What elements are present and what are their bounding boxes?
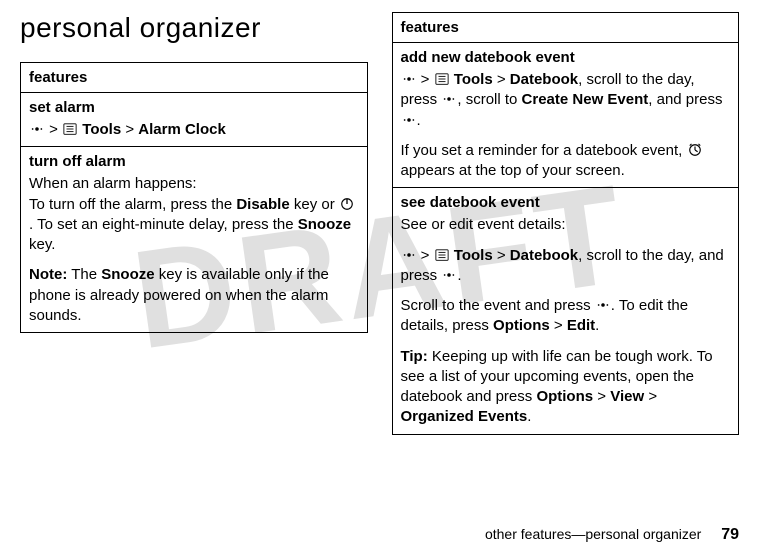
datebook-label: Datebook	[510, 71, 578, 88]
add-event-title: add new datebook event	[401, 49, 731, 66]
left-table-header: features	[21, 63, 368, 93]
text: appears at the top of your screen.	[401, 162, 625, 179]
power-icon	[340, 197, 354, 211]
text: .	[527, 408, 531, 425]
tools-icon	[435, 72, 449, 86]
tip-block: Tip: Keeping up with life can be tough w…	[401, 347, 731, 428]
organized-events-label: Organized Events	[401, 408, 528, 425]
options-label: Options	[536, 388, 593, 405]
nav-dot-icon	[30, 122, 44, 136]
separator: >	[421, 71, 430, 88]
separator: >	[597, 388, 606, 405]
text: If you set a reminder for a datebook eve…	[401, 142, 687, 159]
text: To turn off the alarm, press the	[29, 196, 236, 213]
nav-dot-icon	[402, 113, 416, 127]
row-add-event: add new datebook event > Tools > Dateboo…	[392, 43, 739, 188]
separator: >	[421, 247, 430, 264]
text: When an alarm happens:	[29, 175, 197, 192]
text: key.	[29, 236, 55, 253]
left-features-table: features set alarm > Tools > Alarm Clock…	[20, 62, 368, 333]
alarm-clock-label: Alarm Clock	[138, 121, 226, 138]
text: .	[595, 317, 599, 334]
nav-dot-icon	[442, 268, 456, 282]
text: .	[457, 267, 461, 284]
tools-icon	[435, 248, 449, 262]
set-alarm-title: set alarm	[29, 99, 359, 116]
view-label: View	[610, 388, 644, 405]
turn-off-alarm-body: When an alarm happens: To turn off the a…	[29, 174, 359, 255]
see-event-intro: See or edit event details:	[401, 215, 731, 235]
options-label: Options	[493, 317, 550, 334]
text: , and press	[648, 91, 722, 108]
tip-label: Tip:	[401, 348, 428, 365]
reminder-icon	[688, 143, 702, 157]
separator: >	[125, 121, 134, 138]
datebook-label: Datebook	[510, 247, 578, 264]
nav-dot-icon	[442, 92, 456, 106]
disable-key: Disable	[236, 196, 289, 213]
snooze-key: Snooze	[101, 266, 154, 283]
page-number: 79	[721, 526, 739, 543]
see-event-edit: Scroll to the event and press . To edit …	[401, 296, 731, 337]
row-see-event: see datebook event See or edit event det…	[392, 188, 739, 434]
add-event-path: > Tools > Datebook, scroll to the day, p…	[401, 70, 731, 131]
left-column: personal organizer features set alarm > …	[20, 12, 368, 435]
set-alarm-path: > Tools > Alarm Clock	[29, 120, 359, 140]
tools-label: Tools	[454, 71, 493, 88]
separator: >	[554, 317, 563, 334]
nav-dot-icon	[402, 72, 416, 86]
tools-label: Tools	[454, 247, 493, 264]
turn-off-alarm-title: turn off alarm	[29, 153, 359, 170]
page-footer: other features—personal organizer 79	[485, 526, 739, 544]
page-title: personal organizer	[20, 12, 368, 44]
separator: >	[49, 121, 58, 138]
nav-dot-icon	[402, 248, 416, 262]
separator: >	[648, 388, 657, 405]
row-set-alarm: set alarm > Tools > Alarm Clock	[21, 93, 368, 147]
edit-label: Edit	[567, 317, 595, 334]
tools-label: Tools	[82, 121, 121, 138]
text: key or	[290, 196, 339, 213]
reminder-note: If you set a reminder for a datebook eve…	[401, 141, 731, 182]
right-table-header: features	[392, 13, 739, 43]
nav-dot-icon	[596, 298, 610, 312]
separator: >	[497, 71, 506, 88]
footer-text: other features—personal organizer	[485, 526, 701, 542]
separator: >	[497, 247, 506, 264]
right-column: features add new datebook event > Tools …	[392, 12, 740, 435]
text: The	[67, 266, 101, 283]
right-features-table: features add new datebook event > Tools …	[392, 12, 740, 435]
tools-icon	[63, 122, 77, 136]
see-event-path: > Tools > Datebook, scroll to the day, a…	[401, 246, 731, 287]
note-label: Note:	[29, 266, 67, 283]
text: . To set an eight-minute delay, press th…	[29, 216, 298, 233]
create-new-event-label: Create New Event	[522, 91, 649, 108]
note-block: Note: The Snooze key is available only i…	[29, 265, 359, 326]
text: .	[417, 112, 421, 129]
see-event-title: see datebook event	[401, 194, 731, 211]
row-turn-off-alarm: turn off alarm When an alarm happens: To…	[21, 147, 368, 333]
text: Scroll to the event and press	[401, 297, 595, 314]
snooze-key: Snooze	[298, 216, 351, 233]
text: , scroll to	[457, 91, 521, 108]
